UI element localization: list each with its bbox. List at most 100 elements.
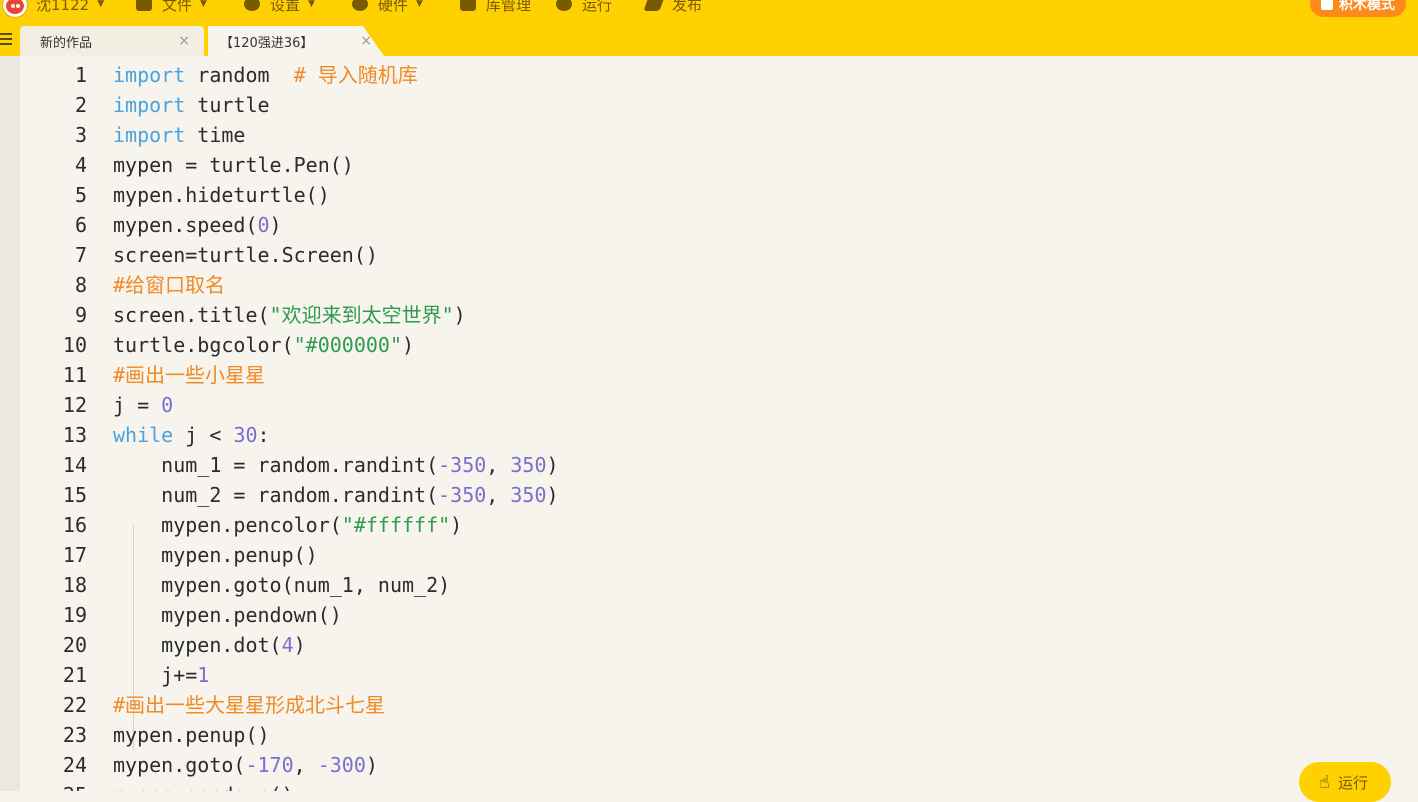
line-code: #画出一些小星星 <box>113 363 266 387</box>
hardware-menu[interactable]: 硬件 ▼ <box>352 0 423 14</box>
blocks-icon <box>1321 0 1333 10</box>
close-icon[interactable]: × <box>360 33 372 49</box>
line-number: 3 <box>74 123 87 147</box>
line-code: num_1 = random.randint(-350, 350) <box>113 453 559 477</box>
line-code: j+=1 <box>113 663 210 687</box>
line-code: j = 0 <box>113 393 174 417</box>
tab-label: 【120强进36】 <box>220 35 314 51</box>
line-number: 21 <box>62 663 87 687</box>
tab-label: 新的作品 <box>40 35 93 51</box>
line-number: 22 <box>62 693 87 717</box>
line-number: 14 <box>62 453 87 477</box>
code-line[interactable]: 20 mypen.dot(4) <box>20 630 1410 660</box>
library-menu-label: 库管理 <box>486 0 532 14</box>
gear-icon <box>244 0 260 11</box>
play-icon <box>556 0 572 11</box>
line-code: #给窗口取名 <box>113 273 226 297</box>
code-line[interactable]: 21 j+=1 <box>20 660 1410 690</box>
code-line[interactable]: 18 mypen.goto(num_1, num_2) <box>20 570 1410 600</box>
code-line[interactable]: 7 screen=turtle.Screen() <box>20 240 1410 270</box>
send-icon <box>643 0 665 11</box>
line-number: 1 <box>74 63 87 87</box>
settings-menu-label: 设置 <box>270 0 301 14</box>
line-number: 20 <box>62 633 87 657</box>
folder-icon <box>136 0 152 11</box>
line-number: 7 <box>74 243 87 267</box>
code-editor[interactable]: 1 import random # 导入随机库 2 import turtle 3 imp… <box>20 60 1418 791</box>
file-menu-label: 文件 <box>162 0 193 14</box>
tab-bar: 新的作品 × 【120强进36】 × <box>0 22 1418 56</box>
line-number: 24 <box>62 753 87 777</box>
tab-new-work[interactable]: 新的作品 × <box>20 26 204 56</box>
line-code: #画出一些大星星形成北斗七星 <box>113 693 386 717</box>
chevron-down-icon: ▼ <box>97 0 105 9</box>
run-menu[interactable]: 运行 <box>556 0 612 14</box>
code-line[interactable]: 8 #给窗口取名 <box>20 270 1410 300</box>
code-line[interactable]: 6 mypen.speed(0) <box>20 210 1410 240</box>
file-menu[interactable]: 文件 ▼ <box>136 0 207 14</box>
tab-active-file[interactable]: 【120强进36】 × <box>208 26 384 56</box>
code-line[interactable]: 1 import random # 导入随机库 <box>20 60 1410 90</box>
line-code: mypen.hideturtle() <box>113 183 330 207</box>
code-line[interactable]: 4 mypen = turtle.Pen() <box>20 150 1410 180</box>
code-line[interactable]: 17 mypen.penup() <box>20 540 1410 570</box>
line-code: screen=turtle.Screen() <box>113 243 378 267</box>
publish-menu-label: 发布 <box>672 0 703 14</box>
line-number: 12 <box>62 393 87 417</box>
chevron-down-icon: ▼ <box>416 0 423 9</box>
line-code: num_2 = random.randint(-350, 350) <box>113 483 559 507</box>
hamburger-icon[interactable] <box>0 33 12 45</box>
editor-side-strip <box>0 56 20 791</box>
line-code: import random # 导入随机库 <box>113 63 418 87</box>
code-line[interactable]: 3 import time <box>20 120 1410 150</box>
block-mode-button[interactable]: 积木模式 <box>1310 0 1406 17</box>
line-code: import turtle <box>113 93 270 117</box>
chip-icon <box>352 0 368 11</box>
line-number: 19 <box>62 603 87 627</box>
code-line[interactable]: 23 mypen.penup() <box>20 720 1410 750</box>
line-number: 2 <box>74 93 87 117</box>
settings-menu[interactable]: 设置 ▼ <box>244 0 315 14</box>
line-number: 25 <box>20 780 87 791</box>
code-line[interactable]: 15 num_2 = random.randint(-350, 350) <box>20 480 1410 510</box>
line-number: 4 <box>74 153 87 177</box>
code-line[interactable]: 19 mypen.pendown() <box>20 600 1410 630</box>
code-line[interactable]: 11 #画出一些小星星 <box>20 360 1410 390</box>
line-number: 23 <box>62 723 87 747</box>
code-line[interactable]: 10 turtle.bgcolor("#000000") <box>20 330 1410 360</box>
publish-menu[interactable]: 发布 <box>643 0 703 14</box>
run-menu-label: 运行 <box>582 0 613 14</box>
code-line[interactable]: 2 import turtle <box>20 90 1410 120</box>
chevron-down-icon: ▼ <box>200 0 207 9</box>
run-button[interactable]: ☝ 运行 <box>1299 762 1391 802</box>
line-number: 6 <box>74 213 87 237</box>
block-mode-label: 积木模式 <box>1339 0 1395 13</box>
code-line[interactable]: 12 j = 0 <box>20 390 1410 420</box>
code-line[interactable]: 13 while j < 30: <box>20 420 1410 450</box>
line-code: mypen.goto(num_1, num_2) <box>113 573 451 597</box>
code-line[interactable]: 24 mypen.goto(-170, -300) <box>20 750 1410 780</box>
line-number: 11 <box>62 363 87 387</box>
code-line[interactable]: 22 #画出一些大星星形成北斗七星 <box>20 690 1410 720</box>
code-line[interactable]: 16 mypen.pencolor("#ffffff") <box>20 510 1410 540</box>
close-icon[interactable]: × <box>178 33 190 49</box>
line-number: 18 <box>62 573 87 597</box>
library-icon <box>460 0 476 11</box>
line-code: mypen.pendown() <box>113 603 342 627</box>
line-number: 13 <box>62 423 87 447</box>
line-number: 10 <box>62 333 87 357</box>
line-number: 15 <box>62 483 87 507</box>
line-number: 16 <box>62 513 87 537</box>
code-line[interactable]: 9 screen.title("欢迎来到太空世界") <box>20 300 1410 330</box>
line-code: mypen.speed(0) <box>113 213 282 237</box>
code-line[interactable]: 14 num_1 = random.randint(-350, 350) <box>20 450 1410 480</box>
run-button-label: 运行 <box>1337 773 1368 792</box>
line-code: mypen.pendown() <box>113 780 294 791</box>
mascot-logo-icon[interactable] <box>2 0 28 18</box>
line-code: turtle.bgcolor("#000000") <box>113 333 415 357</box>
library-menu[interactable]: 库管理 <box>460 0 531 14</box>
line-code: mypen.goto(-170, -300) <box>113 753 378 777</box>
code-line[interactable]: 5 mypen.hideturtle() <box>20 180 1410 210</box>
user-menu[interactable]: 沈1122 ▼ <box>36 0 104 14</box>
code-line[interactable]: 25 mypen.pendown() <box>20 780 1410 791</box>
